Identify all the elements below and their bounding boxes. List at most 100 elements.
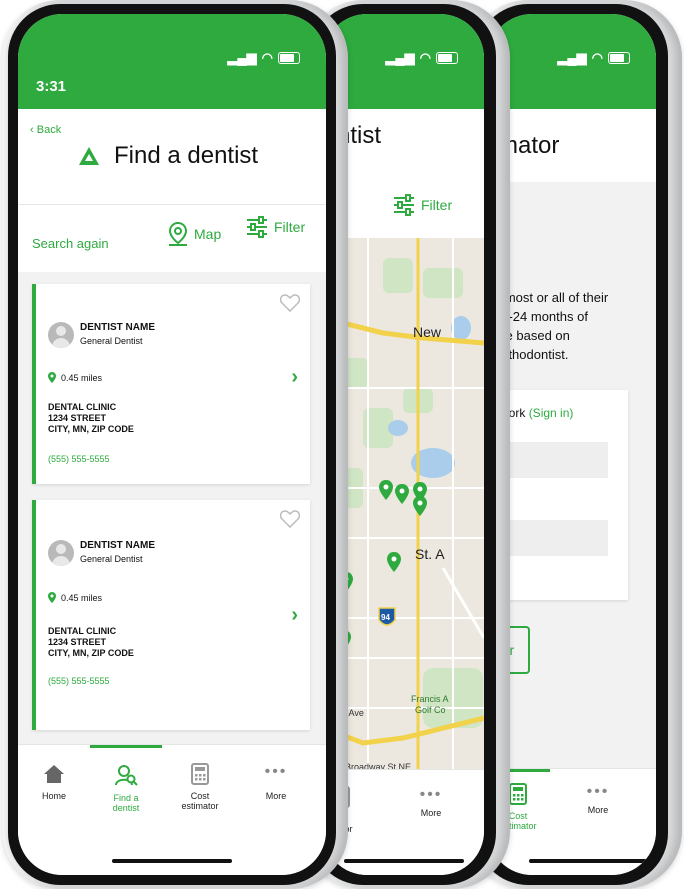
filter-button[interactable]: Filter bbox=[246, 216, 305, 238]
phone-link[interactable]: (555) 555-5555 bbox=[48, 676, 110, 686]
location-pin-icon bbox=[48, 372, 56, 383]
tab-label: More bbox=[265, 791, 287, 801]
clinic-city: CITY, MN, ZIP CODE bbox=[48, 424, 134, 434]
map-pin-icon[interactable] bbox=[387, 552, 401, 572]
battery-icon bbox=[608, 52, 630, 64]
delta-logo-icon bbox=[79, 147, 99, 165]
map-label: New bbox=[413, 324, 442, 340]
battery-icon bbox=[278, 52, 300, 64]
status-icons: ▂▄▆ ◠ bbox=[557, 50, 630, 66]
tab-more[interactable]: ••• More bbox=[244, 763, 308, 801]
home-indicator bbox=[528, 859, 649, 863]
tab-home[interactable]: Home bbox=[22, 763, 86, 801]
map-pin-icon[interactable] bbox=[379, 480, 393, 500]
more-icon: ••• bbox=[419, 786, 443, 803]
chevron-right-icon[interactable]: › bbox=[291, 366, 298, 389]
dentist-specialty: General Dentist bbox=[80, 336, 143, 346]
body-line: Orthodontist. bbox=[494, 347, 569, 362]
highway-shield-label: 94 bbox=[381, 613, 390, 622]
wifi-icon: ◠ bbox=[261, 50, 273, 65]
status-bar: ▂▄▆ ◠ bbox=[488, 14, 656, 109]
tab-label: Find a bbox=[113, 793, 139, 803]
status-icons: ▂▄▆ ◠ bbox=[227, 50, 300, 66]
tab-label: dentist bbox=[112, 803, 140, 813]
filter-icon bbox=[247, 216, 267, 238]
signal-icon: ▂▄▆ bbox=[227, 50, 257, 65]
find-dentist-icon bbox=[115, 765, 138, 786]
signal-icon: ▂▄▆ bbox=[557, 50, 587, 65]
page-title: Find a dentist bbox=[114, 142, 259, 169]
dentist-card[interactable]: DENTIST NAME General Dentist 0.45 miles … bbox=[32, 500, 310, 730]
header-divider bbox=[18, 204, 326, 205]
tab-label: Cost bbox=[190, 791, 210, 801]
dentist-card[interactable]: DENTIST NAME General Dentist 0.45 miles … bbox=[32, 284, 310, 484]
back-label: Back bbox=[36, 124, 62, 136]
more-icon: ••• bbox=[586, 783, 610, 800]
chevron-left-icon: ‹ bbox=[30, 124, 34, 136]
back-button[interactable]: ‹ Back bbox=[30, 124, 61, 136]
map-pin-icon bbox=[168, 222, 188, 246]
avatar bbox=[48, 322, 74, 348]
tab-cost-estimator[interactable]: Cost estimator bbox=[168, 763, 232, 811]
distance: 0.45 miles bbox=[48, 372, 102, 383]
dentist-name: DENTIST NAME bbox=[80, 540, 155, 551]
map-label: Map bbox=[194, 226, 222, 242]
tab-label: More bbox=[587, 805, 609, 815]
find-dentist-screen: 3:31 ▂▄▆ ◠ ‹ Back Find a dentist Search … bbox=[18, 14, 326, 875]
body-line: 18-24 months of bbox=[494, 309, 588, 324]
estimator-body: n most or all of their 18-24 months of a… bbox=[488, 182, 656, 769]
signal-icon: ▂▄▆ bbox=[385, 50, 415, 65]
status-icons: ▂▄▆ ◠ bbox=[385, 50, 458, 66]
map-button[interactable]: Map bbox=[168, 222, 221, 246]
dentist-name: DENTIST NAME bbox=[80, 322, 155, 333]
tab-more[interactable]: ••• More bbox=[566, 783, 630, 815]
clinic-name: DENTAL CLINIC bbox=[48, 626, 117, 636]
clinic-address: DENTAL CLINIC 1234 STREET CITY, MN, ZIP … bbox=[48, 626, 134, 659]
home-indicator bbox=[112, 859, 232, 863]
avatar bbox=[48, 540, 74, 566]
more-icon: ••• bbox=[264, 763, 288, 780]
calculator-icon bbox=[191, 763, 209, 785]
results-toolbar: Search again Map Filter bbox=[18, 210, 326, 272]
sign-in-link[interactable]: (Sign in) bbox=[529, 406, 574, 420]
map-pin-icon[interactable] bbox=[413, 496, 427, 516]
tab-indicator bbox=[90, 745, 162, 748]
phone-link[interactable]: (555) 555-5555 bbox=[48, 454, 110, 464]
results-list: DENTIST NAME General Dentist 0.45 miles … bbox=[18, 272, 326, 786]
filter-label: Filter bbox=[274, 219, 306, 235]
map-label: Golf Co bbox=[415, 705, 446, 715]
clinic-street: 1234 STREET bbox=[48, 637, 107, 647]
filter-button[interactable]: Filter bbox=[393, 194, 452, 216]
home-indicator bbox=[343, 859, 464, 863]
map-label: Francis A bbox=[411, 694, 449, 704]
search-again-link[interactable]: Search again bbox=[32, 236, 109, 251]
chevron-right-icon[interactable]: › bbox=[291, 604, 298, 627]
distance-text: 0.45 miles bbox=[61, 592, 103, 603]
filter-icon bbox=[394, 194, 414, 216]
clinic-address: DENTAL CLINIC 1234 STREET CITY, MN, ZIP … bbox=[48, 402, 134, 435]
map-label: St. A bbox=[415, 546, 445, 562]
tab-label: estimator bbox=[181, 801, 219, 811]
tab-more[interactable]: ••• More bbox=[399, 786, 463, 818]
map-pin-icon[interactable] bbox=[395, 484, 409, 504]
tab-label: Home bbox=[41, 791, 66, 801]
tab-find-dentist[interactable]: Find a dentist bbox=[94, 763, 158, 813]
page-header: Find a dentist bbox=[78, 142, 258, 170]
home-icon bbox=[44, 765, 64, 783]
wifi-icon: ◠ bbox=[591, 50, 603, 65]
distance: 0.45 miles bbox=[48, 592, 102, 603]
clinic-city: CITY, MN, ZIP CODE bbox=[48, 648, 134, 658]
dentist-specialty: General Dentist bbox=[80, 554, 143, 564]
location-pin-icon bbox=[48, 592, 56, 603]
calculator-icon bbox=[509, 783, 527, 805]
filter-label: Filter bbox=[421, 197, 453, 213]
clinic-name: DENTAL CLINIC bbox=[48, 402, 117, 412]
distance-text: 0.45 miles bbox=[61, 372, 103, 383]
battery-icon bbox=[436, 52, 458, 64]
tab-label: More bbox=[420, 808, 442, 818]
status-time: 3:31 bbox=[36, 78, 67, 95]
heart-icon[interactable] bbox=[280, 510, 300, 528]
heart-icon[interactable] bbox=[280, 294, 300, 312]
clinic-street: 1234 STREET bbox=[48, 413, 107, 423]
status-bar: 3:31 ▂▄▆ ◠ bbox=[18, 14, 326, 109]
